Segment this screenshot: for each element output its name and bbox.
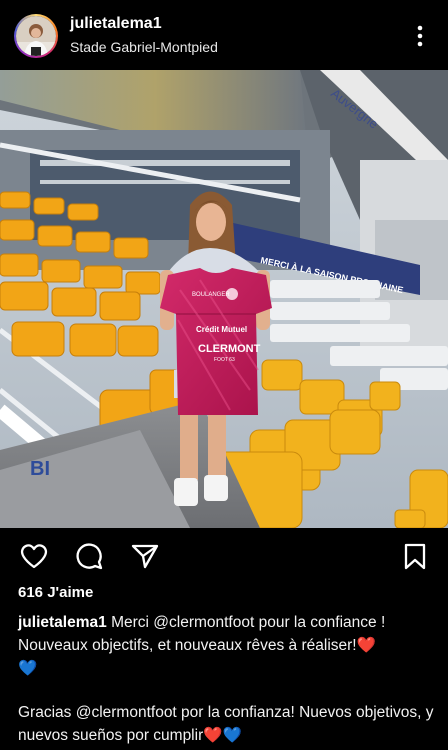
caption-es-pre: Gracias — [18, 704, 76, 721]
avatar[interactable] — [14, 14, 58, 58]
post-photo[interactable]: Auvergne MERCI À LA SAISON PROCHAINE BI … — [0, 70, 448, 528]
post-header: julietalema1 Stade Gabriel-Montpied — [0, 0, 448, 70]
more-vertical-icon[interactable] — [410, 24, 430, 48]
bookmark-icon[interactable] — [400, 542, 430, 570]
mention-link[interactable]: @clermontfoot — [153, 614, 254, 631]
jersey-sponsor: Crédit Mutuel — [196, 325, 247, 334]
post-username[interactable]: julietalema1 — [70, 15, 162, 33]
wall-letters: BI — [30, 458, 50, 480]
heart-icon[interactable] — [19, 542, 49, 570]
likes-count[interactable]: 616 J'aime — [18, 584, 93, 601]
comment-icon[interactable] — [74, 542, 104, 570]
avatar-image — [16, 16, 56, 56]
caption-username[interactable]: julietalema1 — [18, 614, 107, 631]
post-actions — [0, 528, 448, 582]
blue-heart-emoji: 💙 — [18, 660, 38, 677]
red-heart-emoji-2: ❤️ — [203, 727, 223, 744]
mention-link-2[interactable]: @clermontfoot — [76, 704, 177, 721]
caption-fr-pre: Merci — [111, 614, 154, 631]
blue-heart-emoji-2: 💙 — [222, 727, 242, 744]
jersey-sub: FOOT 63 — [214, 357, 235, 363]
svg-text:BOULANGER: BOULANGER — [192, 292, 230, 298]
share-icon[interactable] — [130, 542, 160, 570]
jersey-club: CLERMONT — [198, 343, 261, 355]
post-caption: julietalema1 Merci @clermontfoot pour la… — [18, 611, 436, 747]
red-heart-emoji: ❤️ — [356, 637, 376, 654]
post-location[interactable]: Stade Gabriel-Montpied — [70, 39, 218, 55]
